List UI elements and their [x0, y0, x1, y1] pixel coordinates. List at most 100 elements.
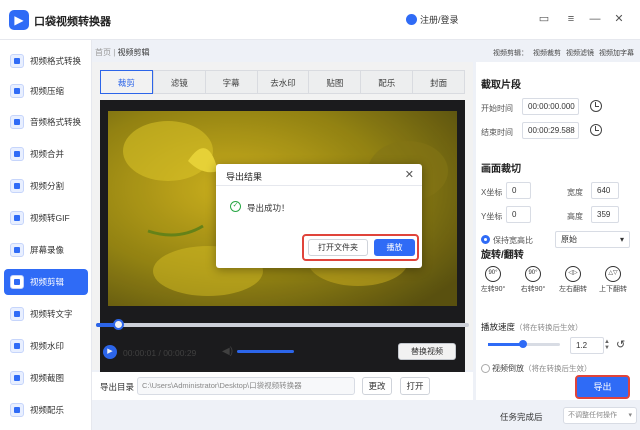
audio-convert-icon — [10, 115, 24, 129]
dialog-close-icon[interactable]: ✕ — [405, 168, 414, 181]
login-label: 注册/登录 — [420, 15, 459, 25]
after-task-value: 不调整任何操作 — [568, 412, 617, 419]
sidebar-item-label: 视频合并 — [30, 149, 65, 159]
title-bar: ▶ 口袋视频转换器 注册/登录 ▭ ≡ — ✕ — [0, 0, 640, 40]
app-title: 口袋视频转换器 — [34, 16, 111, 28]
export-button[interactable]: 导出 — [575, 375, 630, 399]
after-task-select[interactable]: 不调整任何操作 ▾ — [563, 407, 637, 424]
sidebar-item-label: 视频转文字 — [30, 309, 73, 319]
help-links-title: 视频剪辑： — [493, 50, 528, 57]
sidebar-item-music[interactable]: 视频配乐 — [4, 397, 88, 423]
clip-title: 截取片段 — [481, 80, 521, 91]
help-link-crop[interactable]: 视频裁剪 — [533, 48, 561, 58]
keep-ratio-radio[interactable] — [481, 235, 490, 244]
open-dir-button[interactable]: 打开 — [400, 377, 430, 395]
end-time-label: 结束时间 — [481, 128, 513, 137]
sidebar-item-label: 视频水印 — [30, 341, 65, 351]
reverse-label: 视频倒放 — [492, 364, 524, 373]
screenshot-icon — [10, 371, 24, 385]
height-input[interactable]: 359 — [591, 206, 619, 223]
end-time-input[interactable]: 00:00:29.588 — [522, 122, 579, 139]
speed-handle[interactable] — [518, 340, 527, 348]
reverse-radio[interactable] — [481, 364, 490, 373]
set-start-clock-icon[interactable] — [590, 100, 602, 112]
reset-speed-icon[interactable]: ↺ — [616, 338, 625, 351]
sidebar-item-to-text[interactable]: 视频转文字 — [4, 301, 88, 327]
rotate-left-button[interactable]: 90° 左转90° — [481, 266, 505, 294]
speed-fill — [488, 343, 521, 346]
sidebar-item-label: 视频转GIF — [30, 213, 70, 223]
screen-record-icon — [10, 243, 24, 257]
rotate-right-button[interactable]: 90° 右转90° — [521, 266, 545, 294]
x-input[interactable]: 0 — [506, 182, 531, 199]
minimize-icon[interactable]: — — [588, 12, 602, 26]
rotate-right-label: 右转90° — [520, 286, 546, 293]
dialog-button-group: 打开文件夹 播放 — [302, 234, 419, 261]
sidebar-item-format-convert[interactable]: 视频格式转换 — [4, 48, 88, 74]
help-link-subtitle[interactable]: 视频加字幕 — [599, 48, 634, 58]
speed-note: （将在转换后生效） — [515, 323, 583, 332]
user-avatar-icon — [406, 14, 417, 25]
flip-vertical-button[interactable]: △▽ 上下翻转 — [599, 266, 627, 294]
sidebar-item-screen-record[interactable]: 屏幕录像 — [4, 237, 88, 263]
output-dir-field[interactable]: C:\Users\Administrator\Desktop\口袋视频转换器 — [137, 377, 355, 395]
format-convert-icon — [10, 54, 24, 68]
breadcrumb: 首页 | 视频剪辑 — [95, 47, 150, 58]
breadcrumb-current: 视频剪辑 — [117, 48, 150, 57]
play-video-button[interactable]: 播放 — [374, 239, 415, 256]
reverse-note: （将在转换后生效） — [524, 364, 592, 373]
export-result-dialog: 导出结果 ✕ ✓ 导出成功！ 打开文件夹 播放 — [216, 164, 422, 268]
to-text-icon — [10, 307, 24, 321]
start-time-input[interactable]: 00:00:00.000 — [522, 98, 579, 115]
y-label: Y坐标 — [481, 212, 503, 221]
sidebar-item-label: 音频格式转换 — [30, 117, 82, 127]
video-edit-icon — [10, 275, 24, 289]
folder-icon[interactable]: ▭ — [537, 12, 551, 26]
close-icon[interactable]: ✕ — [612, 12, 626, 26]
rotate-title: 旋转/翻转 — [481, 250, 524, 261]
help-links: 视频剪辑： 视频裁剪 视频滤镜 视频加字幕 — [493, 48, 634, 58]
reverse-option: 视频倒放（将在转换后生效） — [492, 363, 592, 374]
speed-stepper-icon[interactable]: ▲ ▼ — [604, 339, 610, 351]
sidebar-item-screenshot[interactable]: 视频截图 — [4, 365, 88, 391]
breadcrumb-home[interactable]: 首页 — [95, 48, 111, 57]
speed-title: 播放速度 — [481, 322, 516, 332]
height-label: 高度 — [567, 212, 583, 221]
width-input[interactable]: 640 — [591, 182, 619, 199]
flip-vertical-icon: △▽ — [605, 266, 621, 282]
y-input[interactable]: 0 — [506, 206, 531, 223]
speed-slider[interactable] — [488, 340, 560, 348]
flip-vertical-label: 上下翻转 — [599, 286, 627, 293]
sidebar-item-label: 屏幕录像 — [30, 245, 65, 255]
sidebar-item-label: 视频压缩 — [30, 86, 65, 96]
x-label: X坐标 — [481, 188, 503, 197]
success-check-icon: ✓ — [230, 201, 241, 212]
help-link-filter[interactable]: 视频滤镜 — [566, 48, 594, 58]
sidebar-item-merge[interactable]: 视频合并 — [4, 141, 88, 167]
ratio-select[interactable]: 原始 ▾ — [555, 231, 630, 248]
flip-horizontal-icon: ◁▷ — [565, 266, 581, 282]
sidebar: 视频格式转换 视频压缩 音频格式转换 视频合并 视频分割 视频转GIF 屏幕录像… — [0, 40, 92, 430]
open-folder-button[interactable]: 打开文件夹 — [308, 239, 368, 256]
sidebar-item-compress[interactable]: 视频压缩 — [4, 78, 88, 104]
login-link[interactable]: 注册/登录 — [406, 13, 459, 26]
sidebar-item-gif[interactable]: 视频转GIF — [4, 205, 88, 231]
sidebar-item-audio-convert[interactable]: 音频格式转换 — [4, 109, 88, 135]
flip-horizontal-button[interactable]: ◁▷ 左右翻转 — [559, 266, 587, 294]
set-end-clock-icon[interactable] — [590, 124, 602, 136]
width-label: 宽度 — [567, 188, 583, 197]
sidebar-item-video-edit[interactable]: 视频剪辑 — [4, 269, 88, 295]
menu-icon[interactable]: ≡ — [564, 12, 578, 26]
speed-input[interactable]: 1.2 — [570, 337, 604, 354]
dialog-divider — [216, 185, 422, 186]
rotate-left-label: 左转90° — [480, 286, 506, 293]
app-window: ▶ 口袋视频转换器 注册/登录 ▭ ≡ — ✕ 视频格式转换 视频压缩 音频格式… — [0, 0, 640, 430]
sidebar-item-split[interactable]: 视频分割 — [4, 173, 88, 199]
chevron-down-icon: ▾ — [628, 412, 632, 419]
dialog-message: 导出成功！ — [247, 203, 290, 213]
change-dir-button[interactable]: 更改 — [362, 377, 392, 395]
sidebar-item-watermark[interactable]: 视频水印 — [4, 333, 88, 359]
sidebar-item-label: 视频剪辑 — [30, 277, 65, 287]
rotate-left-icon: 90° — [485, 266, 501, 282]
crop-title: 画面裁切 — [481, 164, 521, 175]
